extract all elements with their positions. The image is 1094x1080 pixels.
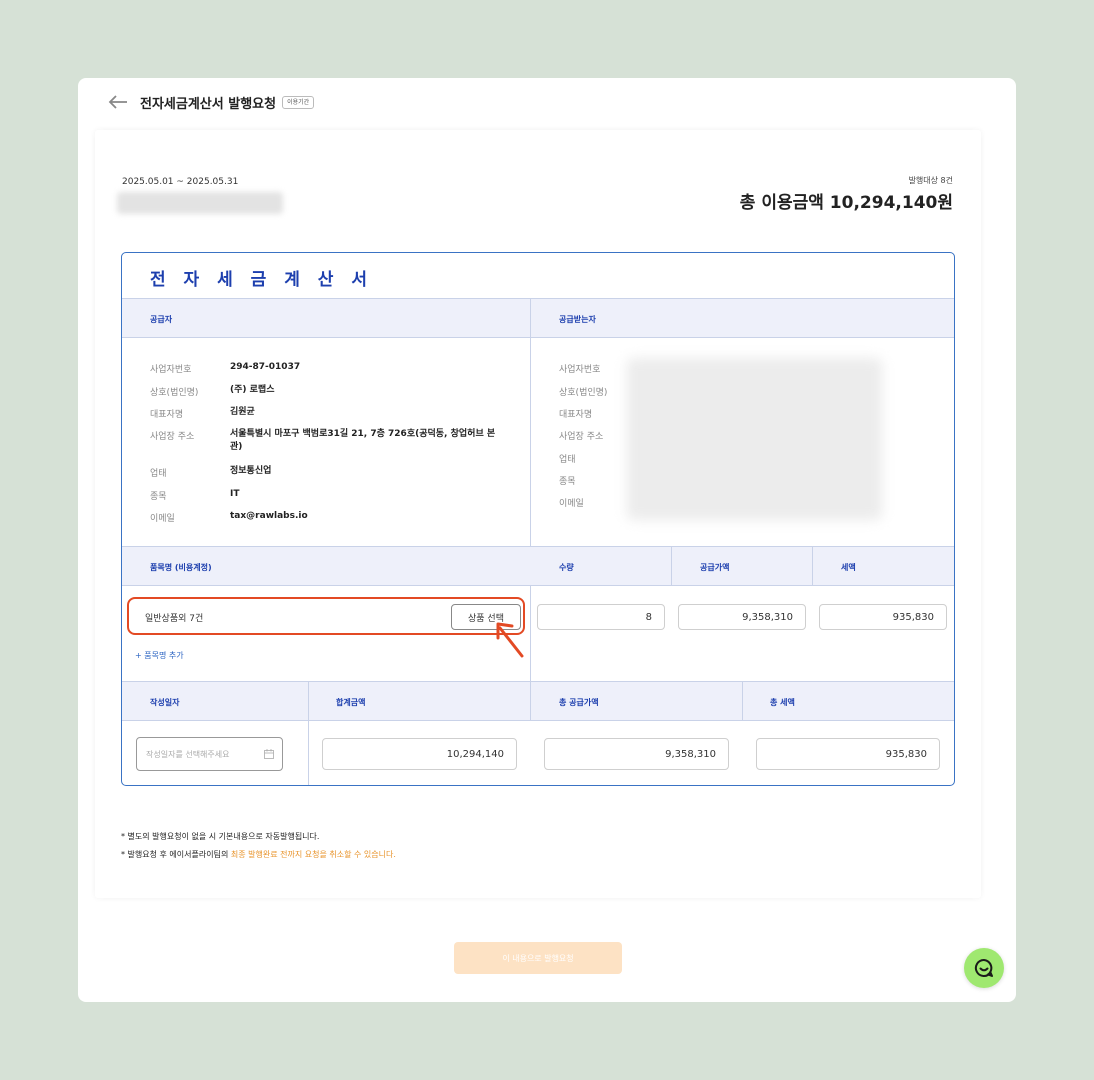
blurred-receiver-info bbox=[627, 358, 882, 520]
supplier-email: tax@rawlabs.io bbox=[230, 511, 308, 521]
note-auto-issue: * 별도의 발행요청이 없을 시 기본내용으로 자동발행됩니다. bbox=[121, 832, 320, 841]
supplier-label-business-type: 업태 bbox=[150, 469, 167, 479]
total-amount: 총 이용금액 10,294,140원 bbox=[739, 193, 953, 213]
qty-input[interactable]: 8 bbox=[537, 604, 665, 630]
supplier-label-company: 상호(법인명) bbox=[150, 388, 199, 398]
divider bbox=[308, 719, 309, 785]
header: 전자세금계산서 발행요청 이용기간 bbox=[108, 90, 315, 114]
receiver-label-ceo: 대표자명 bbox=[559, 410, 593, 420]
total-tax-field: 935,830 bbox=[756, 738, 940, 770]
receiver-header: 공급받는자 bbox=[559, 315, 596, 324]
submit-request-button[interactable]: 이 내용으로 발행요청 bbox=[454, 942, 622, 974]
supplier-bizno: 294-87-01037 bbox=[230, 362, 301, 372]
supplier-label-bizno: 사업자번호 bbox=[150, 365, 192, 375]
total-supply-header: 총 공급가액 bbox=[559, 698, 599, 707]
tax-header: 세액 bbox=[841, 563, 856, 572]
period-badge: 이용기간 bbox=[282, 95, 315, 109]
supplier-business-type: 정보통신업 bbox=[230, 466, 272, 476]
receiver-label-address: 사업장 주소 bbox=[559, 432, 604, 442]
divider bbox=[812, 547, 813, 585]
calendar-icon bbox=[264, 749, 274, 759]
total-supply-field: 9,358,310 bbox=[544, 738, 729, 770]
invoice-title: 전 자 세 금 계 산 서 bbox=[150, 270, 373, 290]
party-header-row: 공급자 공급받는자 bbox=[122, 298, 954, 338]
pointer-arrow-icon bbox=[496, 622, 524, 658]
content-panel: 2025.05.01 ~ 2025.05.31 발행대상 8건 총 이용금액 1… bbox=[95, 130, 981, 898]
chat-button[interactable] bbox=[964, 948, 1004, 988]
divider bbox=[671, 547, 672, 585]
receiver-label-email: 이메일 bbox=[559, 499, 584, 509]
supply-header: 공급가액 bbox=[700, 563, 730, 572]
divider bbox=[308, 682, 309, 720]
total-tax-header: 총 세액 bbox=[770, 698, 795, 707]
supplier-label-email: 이메일 bbox=[150, 514, 175, 524]
supplier-address: 서울특별시 마포구 백범로31길 21, 7층 726호(공덕동, 창업허브 본… bbox=[230, 429, 496, 452]
receiver-label-business-type: 업태 bbox=[559, 455, 576, 465]
supplier-label-address: 사업장 주소 bbox=[150, 432, 195, 442]
blurred-company-name bbox=[117, 192, 283, 214]
add-item-link[interactable]: + 품목명 추가 bbox=[135, 650, 184, 661]
receiver-label-bizno: 사업자번호 bbox=[559, 365, 601, 375]
total-sum-field: 10,294,140 bbox=[322, 738, 517, 770]
note-cancel: * 발행요청 후 에이서플라이팀의 최종 발행완료 전까지 요청을 취소할 수 … bbox=[121, 846, 396, 864]
supplier-company: (주) 로랩스 bbox=[230, 385, 275, 395]
date-range: 2025.05.01 ~ 2025.05.31 bbox=[122, 177, 239, 187]
chat-icon bbox=[974, 958, 993, 977]
item-name-header: 품목명 (비용계정) bbox=[150, 563, 212, 572]
receiver-label-company: 상호(법인명) bbox=[559, 388, 608, 398]
date-picker[interactable]: 작성일자를 선택해주세요 bbox=[136, 737, 283, 771]
main-card: 전자세금계산서 발행요청 이용기간 2025.05.01 ~ 2025.05.3… bbox=[78, 78, 1016, 1002]
divider bbox=[742, 682, 743, 720]
supplier-item: IT bbox=[230, 489, 240, 499]
supplier-ceo: 김원균 bbox=[230, 407, 255, 417]
item-header-row: 품목명 (비용계정) 수량 공급가액 세액 bbox=[122, 546, 954, 586]
supplier-label-item: 종목 bbox=[150, 492, 167, 502]
item-name: 일반상품외 7건 bbox=[145, 614, 204, 624]
divider bbox=[530, 682, 531, 720]
supply-input[interactable]: 9,358,310 bbox=[678, 604, 806, 630]
tax-invoice: 전 자 세 금 계 산 서 공급자 공급받는자 사업자번호 상호(법인명) 대표… bbox=[121, 252, 955, 786]
tax-input[interactable]: 935,830 bbox=[819, 604, 947, 630]
back-arrow-icon[interactable] bbox=[108, 94, 128, 110]
supplier-header: 공급자 bbox=[150, 315, 173, 324]
note-cancel-prefix: * 발행요청 후 에이서플라이팀의 bbox=[121, 850, 231, 859]
divider bbox=[530, 298, 531, 681]
target-count: 발행대상 8건 bbox=[908, 176, 953, 185]
receiver-label-item: 종목 bbox=[559, 477, 576, 487]
sum-header: 합계금액 bbox=[336, 698, 366, 707]
supplier-label-ceo: 대표자명 bbox=[150, 410, 184, 420]
totals-header-row: 작성일자 합계금액 총 공급가액 총 세액 bbox=[122, 681, 954, 721]
date-placeholder: 작성일자를 선택해주세요 bbox=[146, 749, 230, 759]
note-cancel-highlight: 최종 발행완료 전까지 요청을 취소할 수 있습니다. bbox=[230, 850, 396, 859]
qty-header: 수량 bbox=[559, 563, 574, 572]
page-title: 전자세금계산서 발행요청 bbox=[140, 96, 277, 112]
date-header: 작성일자 bbox=[150, 698, 180, 707]
notes: * 별도의 발행요청이 없을 시 기본내용으로 자동발행됩니다. * 발행요청 … bbox=[121, 828, 396, 864]
